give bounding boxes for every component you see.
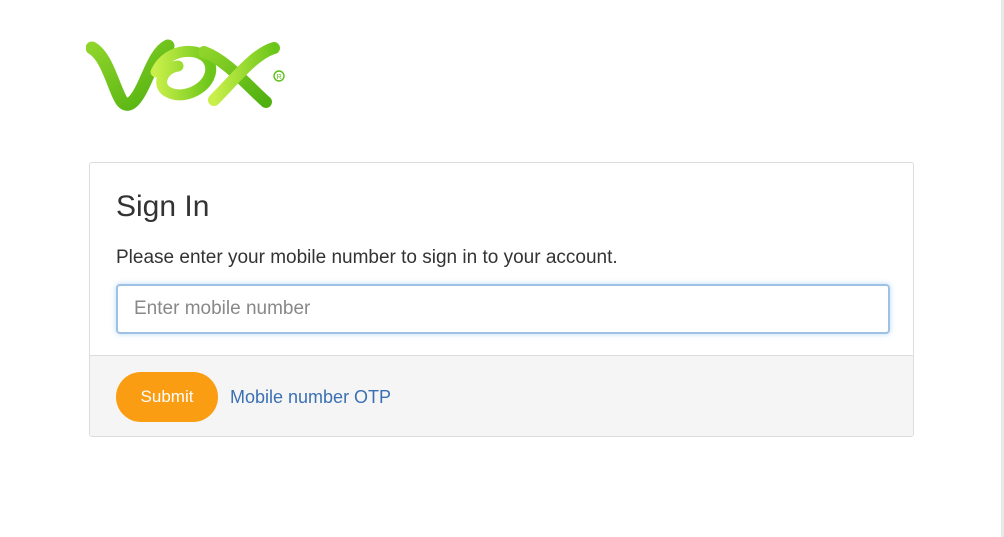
vox-logo-icon: R: [86, 39, 285, 111]
submit-button[interactable]: Submit: [116, 372, 218, 422]
page-title: Sign In: [116, 190, 210, 223]
mobile-number-otp-link[interactable]: Mobile number OTP: [230, 386, 391, 408]
mobile-number-input[interactable]: [116, 284, 890, 334]
svg-text:R: R: [277, 74, 282, 81]
sign-in-page: R Sign In Please enter your mobile numbe…: [0, 0, 1004, 537]
vox-logo: R: [86, 38, 290, 114]
sign-in-card: Sign In Please enter your mobile number …: [89, 162, 914, 437]
sign-in-card-body: Sign In Please enter your mobile number …: [90, 163, 913, 355]
sign-in-description: Please enter your mobile number to sign …: [116, 247, 618, 268]
sign-in-card-footer: Submit Mobile number OTP: [90, 355, 913, 436]
